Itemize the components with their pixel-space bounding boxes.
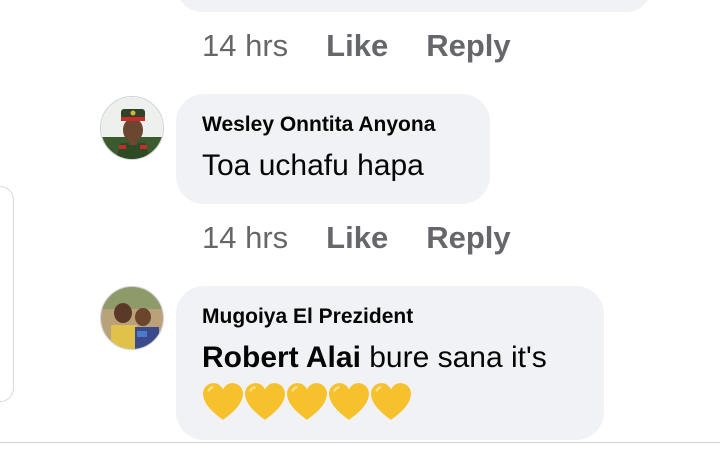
comment-author[interactable]: Wesley Onntita Anyona bbox=[202, 112, 464, 138]
like-button[interactable]: Like bbox=[326, 220, 388, 256]
reply-button[interactable]: Reply bbox=[426, 28, 510, 64]
avatar[interactable] bbox=[100, 286, 164, 350]
avatar-group-photo-icon bbox=[101, 287, 163, 349]
side-panel-edge bbox=[0, 186, 14, 402]
comment-text: Robert Alai bure sana it's bbox=[202, 338, 578, 378]
divider bbox=[0, 442, 720, 443]
yellow-heart-icon bbox=[371, 383, 411, 421]
comments-thread: 14 hrs Like Reply Wesley Onntita Anyona … bbox=[0, 0, 720, 450]
comment-author[interactable]: Mugoiya El Prezident bbox=[202, 304, 578, 330]
comment-bubble: Mugoiya El Prezident Robert Alai bure sa… bbox=[176, 286, 604, 440]
previous-comment-actions: 14 hrs Like Reply bbox=[202, 28, 549, 64]
comment-bubble: Wesley Onntita Anyona Toa uchafu hapa bbox=[176, 94, 490, 204]
yellow-heart-icon bbox=[245, 383, 285, 421]
previous-comment-bubble bbox=[176, 0, 652, 12]
comment-actions: 14 hrs Like Reply bbox=[202, 220, 549, 256]
mentioned-user-link[interactable]: Robert Alai bbox=[202, 341, 361, 374]
yellow-heart-icon bbox=[329, 383, 369, 421]
like-button[interactable]: Like bbox=[326, 28, 388, 64]
yellow-heart-icon bbox=[287, 383, 327, 421]
comment-text: Toa uchafu hapa bbox=[202, 149, 424, 182]
emoji-row bbox=[202, 378, 578, 422]
avatar[interactable] bbox=[100, 96, 164, 160]
reply-button[interactable]: Reply bbox=[426, 220, 510, 256]
yellow-heart-icon bbox=[203, 383, 243, 421]
comment-text-body: bure sana it's bbox=[360, 341, 547, 374]
comment-timestamp[interactable]: 14 hrs bbox=[202, 220, 288, 256]
comment-timestamp[interactable]: 14 hrs bbox=[202, 28, 288, 64]
avatar-military-officer-icon bbox=[101, 97, 163, 159]
